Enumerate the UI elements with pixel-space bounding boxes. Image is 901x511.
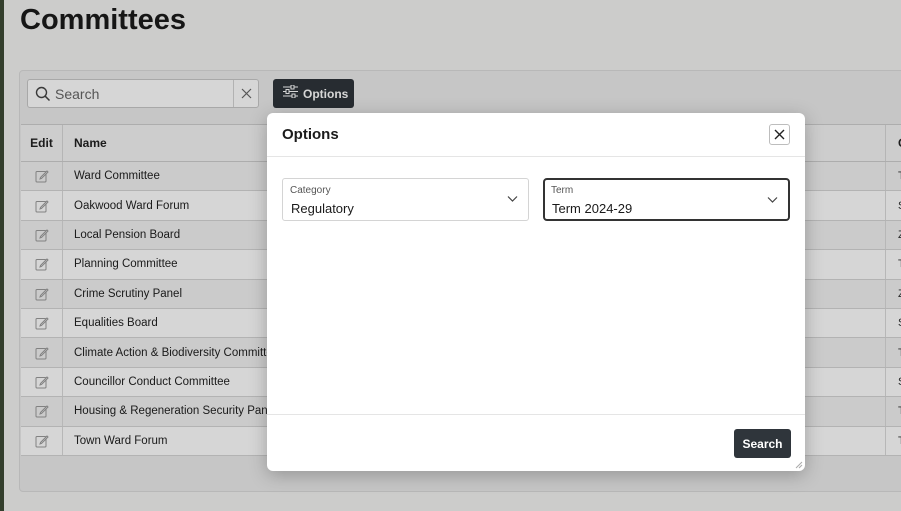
close-icon	[774, 129, 785, 140]
dialog-close-button[interactable]	[769, 124, 790, 145]
chevron-down-icon	[767, 197, 778, 203]
options-dialog: Options Category Regulatory Term Term 20…	[267, 113, 805, 471]
dialog-footer: Search	[267, 414, 805, 471]
category-label: Category	[290, 185, 331, 196]
category-value: Regulatory	[291, 201, 354, 216]
dialog-search-button[interactable]: Search	[734, 429, 791, 458]
term-label: Term	[551, 185, 574, 196]
dialog-title: Options	[282, 126, 339, 143]
term-value: Term 2024-29	[552, 201, 633, 216]
term-select[interactable]: Term Term 2024-29	[543, 178, 790, 221]
chevron-down-icon	[507, 196, 518, 202]
dialog-header: Options	[267, 113, 805, 157]
resize-handle-icon[interactable]	[795, 461, 803, 469]
category-select[interactable]: Category Regulatory	[282, 178, 529, 221]
